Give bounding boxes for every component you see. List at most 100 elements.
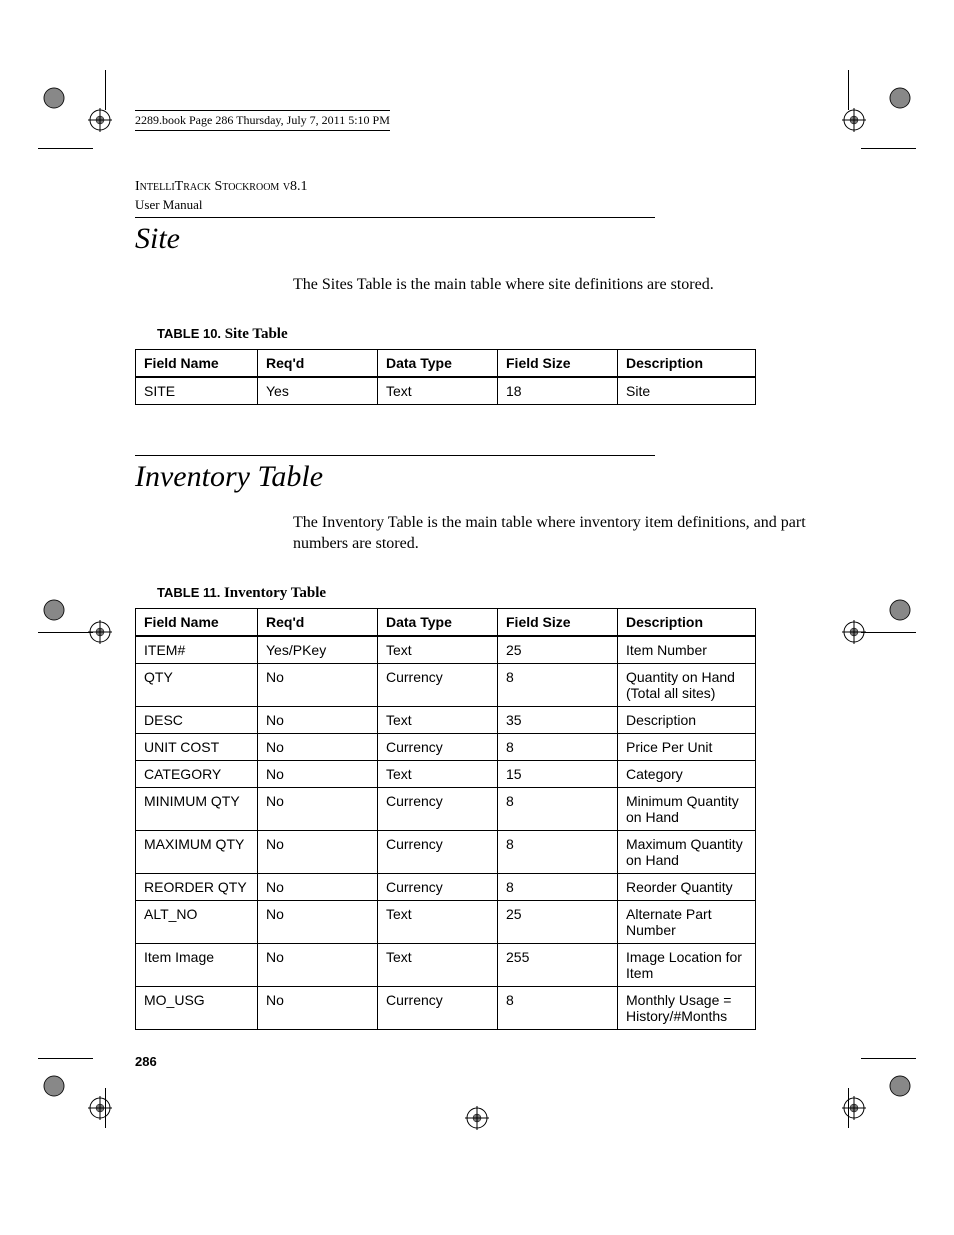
cell-field-name: Item Image <box>136 943 258 986</box>
cell-reqd: No <box>258 733 378 760</box>
table-row: MO_USGNoCurrency8Monthly Usage = History… <box>136 986 756 1029</box>
registration-mark-icon <box>88 1096 112 1120</box>
cell-field-name: CATEGORY <box>136 760 258 787</box>
cell-data-type: Text <box>378 377 498 405</box>
table10-label: TABLE 10. <box>157 326 221 341</box>
cell-reqd: No <box>258 986 378 1029</box>
th-field-size: Field Size <box>498 349 618 377</box>
rule <box>135 217 655 218</box>
cell-description: Image Location for Item <box>618 943 756 986</box>
th-data-type: Data Type <box>378 349 498 377</box>
cell-field-size: 8 <box>498 787 618 830</box>
cell-description: Quantity on Hand (Total all sites) <box>618 663 756 706</box>
crop-mark <box>848 1088 849 1128</box>
cell-reqd: No <box>258 943 378 986</box>
cell-data-type: Text <box>378 760 498 787</box>
table-row: QTYNoCurrency8Quantity on Hand (Total al… <box>136 663 756 706</box>
cell-data-type: Currency <box>378 830 498 873</box>
cell-description: Price Per Unit <box>618 733 756 760</box>
cell-reqd: No <box>258 663 378 706</box>
table-row: MINIMUM QTYNoCurrency8Minimum Quan­tity … <box>136 787 756 830</box>
table10-caption: TABLE 10. Site Table <box>157 326 819 343</box>
cell-field-size: 25 <box>498 636 618 664</box>
cell-data-type: Currency <box>378 787 498 830</box>
cell-description: Minimum Quan­tity on Hand <box>618 787 756 830</box>
cell-data-type: Text <box>378 900 498 943</box>
cell-description: Alternate Part Number <box>618 900 756 943</box>
cell-reqd: Yes <box>258 377 378 405</box>
cell-field-size: 255 <box>498 943 618 986</box>
cell-description: Category <box>618 760 756 787</box>
cell-field-size: 25 <box>498 900 618 943</box>
section-body-site: The Sites Table is the main table where … <box>293 274 819 296</box>
section-heading-site: Site <box>135 222 819 256</box>
cell-field-name: QTY <box>136 663 258 706</box>
cell-field-size: 8 <box>498 873 618 900</box>
cell-field-size: 35 <box>498 706 618 733</box>
cell-reqd: No <box>258 900 378 943</box>
cell-reqd: No <box>258 760 378 787</box>
cell-data-type: Text <box>378 943 498 986</box>
book-header-text: 2289.book Page 286 Thursday, July 7, 201… <box>135 110 390 131</box>
page-content: 2289.book Page 286 Thursday, July 7, 201… <box>0 0 954 1069</box>
th-field-name: Field Name <box>136 349 258 377</box>
cell-description: Item Number <box>618 636 756 664</box>
doc-subtitle: User Manual <box>135 197 819 213</box>
table-row: ALT_NONoText25Alternate Part Number <box>136 900 756 943</box>
cell-field-name: REORDER QTY <box>136 873 258 900</box>
cell-reqd: No <box>258 706 378 733</box>
section-body-inventory: The Inventory Table is the main table wh… <box>293 512 819 555</box>
cell-reqd: No <box>258 787 378 830</box>
page-number: 286 <box>135 1054 819 1069</box>
cell-field-name: MAXIMUM QTY <box>136 830 258 873</box>
cell-field-name: DESC <box>136 706 258 733</box>
th-reqd: Req'd <box>258 349 378 377</box>
table-row: MAXIMUM QTYNoCurrency8Maximum Quan­tity … <box>136 830 756 873</box>
cell-field-name: UNIT COST <box>136 733 258 760</box>
cell-description: Monthly Usage = History/#Months <box>618 986 756 1029</box>
cell-field-name: MO_USG <box>136 986 258 1029</box>
crop-mark <box>105 1088 106 1128</box>
th-field-name: Field Name <box>136 608 258 636</box>
table11: Field Name Req'd Data Type Field Size De… <box>135 608 756 1030</box>
registration-mark-icon <box>842 1096 866 1120</box>
registration-circle-icon <box>888 1074 912 1098</box>
cell-data-type: Text <box>378 706 498 733</box>
table11-label: TABLE 11. <box>157 585 220 600</box>
registration-circle-icon <box>42 1074 66 1098</box>
cell-reqd: No <box>258 873 378 900</box>
doc-title: IntelliTrack Stockroom v8.1 <box>135 179 819 195</box>
cell-data-type: Currency <box>378 733 498 760</box>
cell-data-type: Currency <box>378 986 498 1029</box>
rule <box>135 455 655 456</box>
table-row: CATEGORYNoText15Category <box>136 760 756 787</box>
cell-field-size: 8 <box>498 986 618 1029</box>
table-row: REORDER QTYNoCurrency8Reorder Quan­tity <box>136 873 756 900</box>
cell-data-type: Text <box>378 636 498 664</box>
section-heading-inventory: Inventory Table <box>135 460 819 494</box>
cell-field-size: 8 <box>498 733 618 760</box>
th-data-type: Data Type <box>378 608 498 636</box>
cell-field-size: 18 <box>498 377 618 405</box>
cell-description: Description <box>618 706 756 733</box>
table-row: UNIT COSTNoCurrency8Price Per Unit <box>136 733 756 760</box>
cell-field-size: 15 <box>498 760 618 787</box>
cell-field-name: MINIMUM QTY <box>136 787 258 830</box>
cell-field-size: 8 <box>498 663 618 706</box>
table-row: SITEYesText18Site <box>136 377 756 405</box>
th-reqd: Req'd <box>258 608 378 636</box>
cell-data-type: Currency <box>378 873 498 900</box>
table11-caption: TABLE 11. Inventory Table <box>157 585 819 602</box>
book-header: 2289.book Page 286 Thursday, July 7, 201… <box>135 110 819 131</box>
table-row: ITEM#Yes/PKeyText25Item Number <box>136 636 756 664</box>
table10-title: Site Table <box>225 326 288 342</box>
cell-field-name: ITEM# <box>136 636 258 664</box>
registration-mark-icon <box>465 1106 489 1130</box>
table-row: DESCNoText35Description <box>136 706 756 733</box>
cell-field-name: SITE <box>136 377 258 405</box>
cell-field-size: 8 <box>498 830 618 873</box>
cell-description: Maximum Quan­tity on Hand <box>618 830 756 873</box>
th-field-size: Field Size <box>498 608 618 636</box>
cell-description: Site <box>618 377 756 405</box>
cell-reqd: Yes/PKey <box>258 636 378 664</box>
